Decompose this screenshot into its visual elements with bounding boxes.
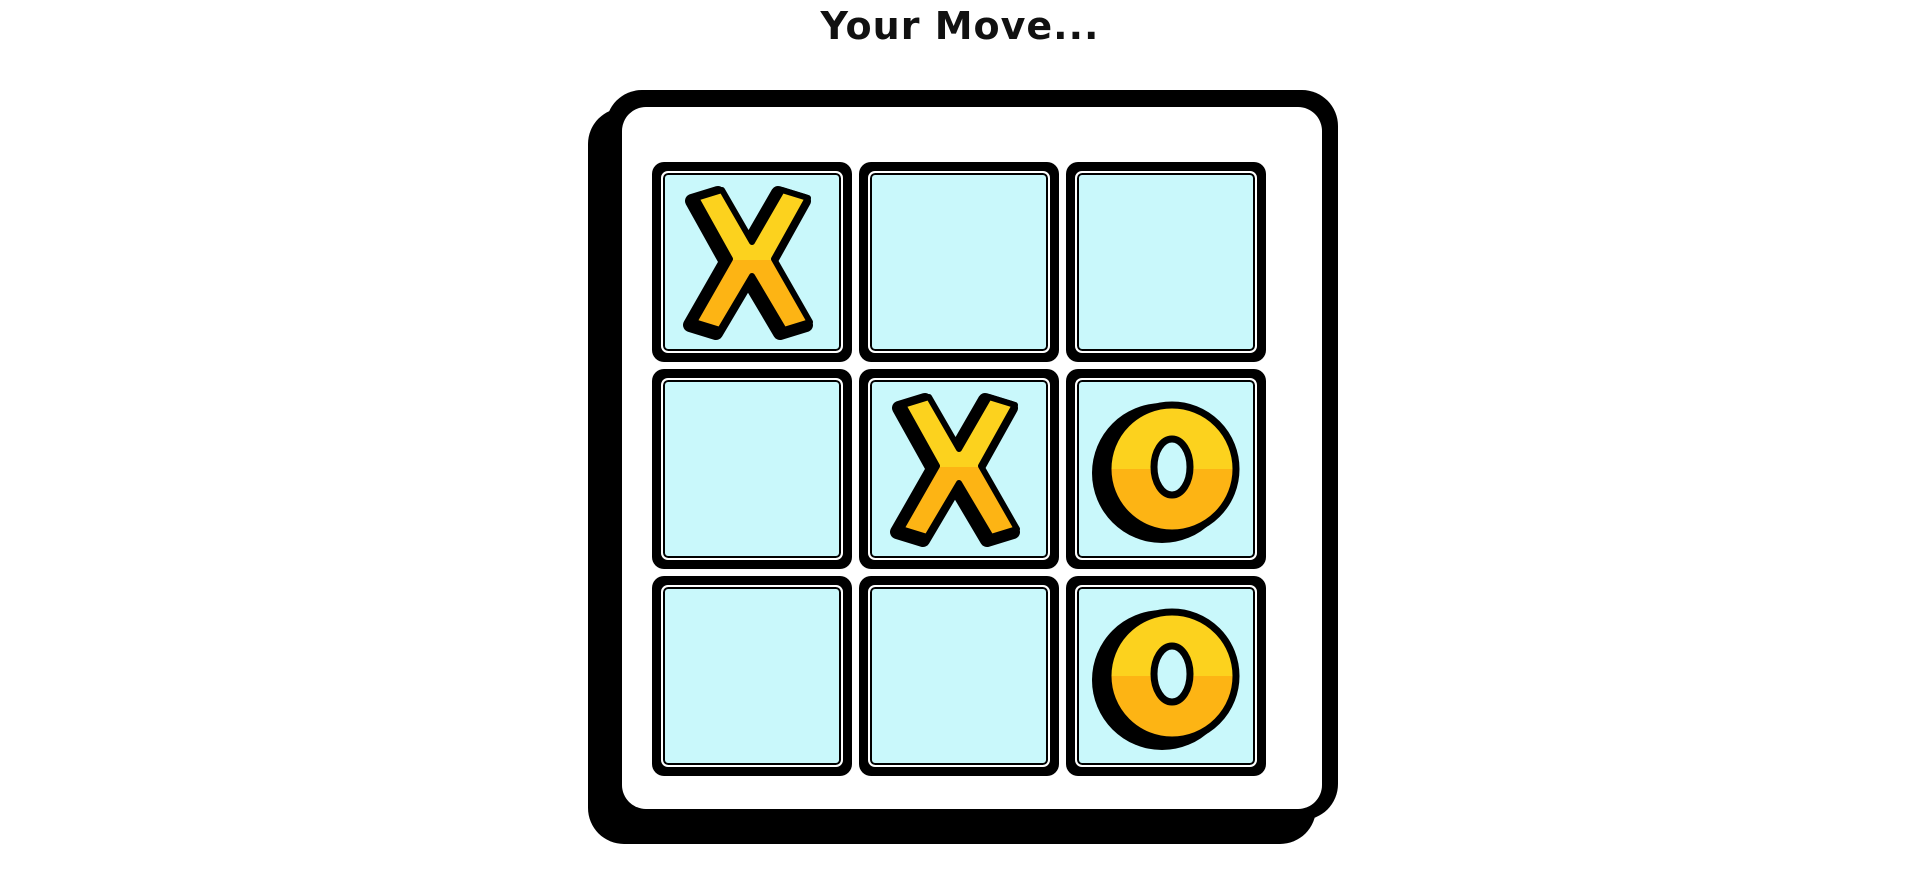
cell-value [652,576,653,577]
cell-r2-c1[interactable] [652,369,852,569]
cell-value: O [1066,576,1067,577]
cell-face [868,378,1050,560]
cell-face [1075,378,1257,560]
cell-r3-c3[interactable]: O [1066,576,1266,776]
cell-value [859,162,860,163]
cell-face [661,171,843,353]
cell-value [652,369,653,370]
cell-face [868,171,1050,353]
cell-face [868,585,1050,767]
cell-value: X [652,162,653,163]
cell-value: X [859,369,860,370]
cell-face [1075,171,1257,353]
cell-r3-c2[interactable] [859,576,1059,776]
cell-r2-c3[interactable]: O [1066,369,1266,569]
cell-r1-c1[interactable]: X [652,162,852,362]
cell-r2-c2[interactable]: X [859,369,1059,569]
board-grid: X X O O [652,162,1278,780]
cell-value [859,576,860,577]
cell-value: O [1066,369,1067,370]
cell-r1-c2[interactable] [859,162,1059,362]
cell-r3-c1[interactable] [652,576,852,776]
cell-face [661,378,843,560]
cell-face [1075,585,1257,767]
cell-value [1066,162,1067,163]
cell-face [661,585,843,767]
page-title: Your Move... [820,4,1100,48]
cell-r1-c3[interactable] [1066,162,1266,362]
